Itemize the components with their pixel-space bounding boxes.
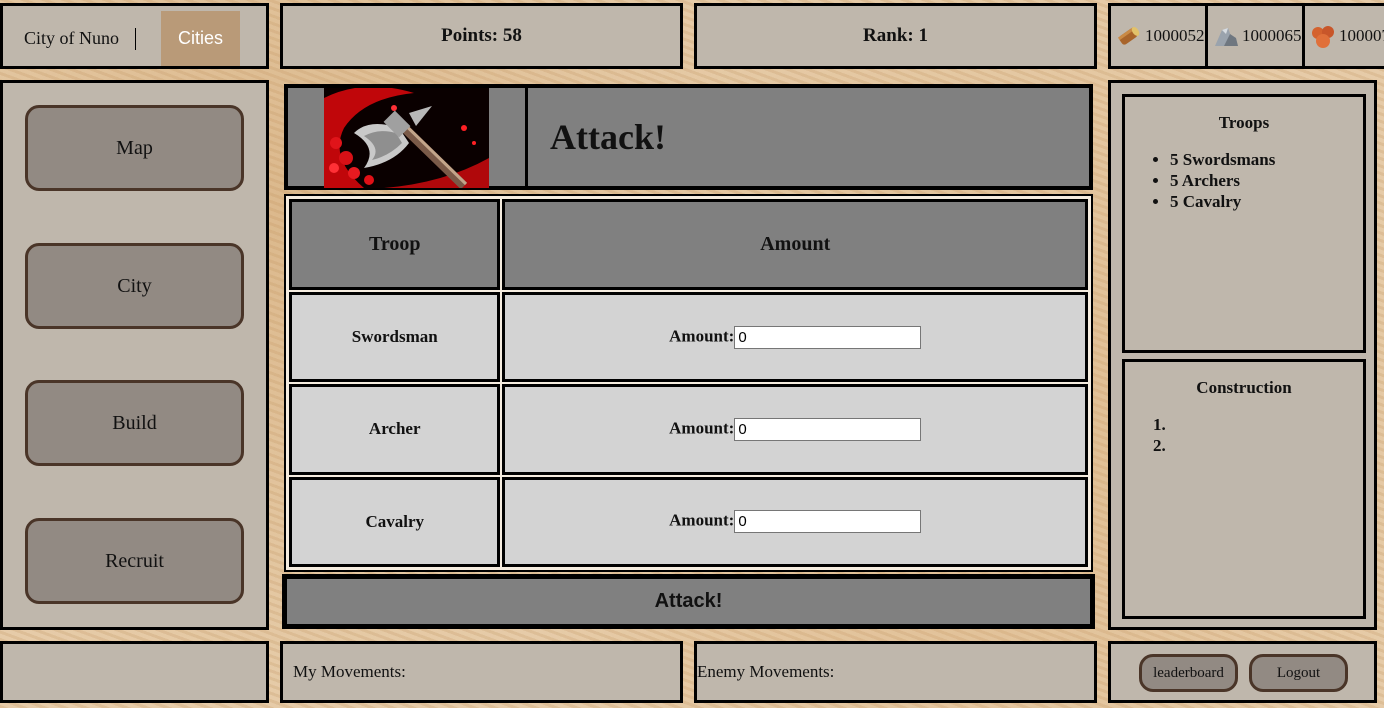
resources-bar: 1000052 1000065 1000070 [1108, 3, 1384, 69]
city-header: City of Nuno Cities [0, 3, 269, 69]
resource-value: 1000070 [1339, 26, 1384, 45]
footer-left [0, 641, 269, 703]
attack-image-cell [288, 88, 528, 188]
troop-name: Swordsman [289, 292, 501, 383]
table-row: Cavalry Amount: [289, 476, 1088, 567]
construction-box: Construction [1122, 359, 1366, 619]
resource-stone: 1000065 [1208, 6, 1305, 66]
page-title: Attack! [550, 117, 666, 157]
city-name: City of Nuno [24, 28, 120, 48]
amount-label: Amount: [669, 510, 735, 530]
resource-wood: 1000052 [1111, 6, 1208, 66]
troop-name: Archer [289, 384, 501, 475]
ore-icon [1312, 26, 1334, 48]
logout-button[interactable]: Logout [1249, 654, 1348, 692]
points-display: Points: 58 [280, 3, 683, 69]
construction-list [1125, 414, 1363, 456]
amount-cell: Amount: [502, 476, 1088, 567]
column-header-troop: Troop [289, 199, 501, 290]
list-item: 5 Swordsmans [1170, 149, 1363, 170]
amount-label: Amount: [669, 326, 735, 346]
attack-panel: Attack! Troop Amount Swordsman Amount: A… [280, 80, 1097, 630]
construction-title: Construction [1196, 378, 1292, 397]
battle-axe-icon [324, 88, 489, 188]
troop-name: Cavalry [289, 476, 501, 567]
troops-list: 5 Swordsmans 5 Archers 5 Cavalry [1125, 149, 1363, 212]
main-nav: Map City Build Recruit [0, 80, 269, 630]
troops-title: Troops [1218, 113, 1270, 132]
nav-map-button[interactable]: Map [25, 105, 244, 191]
amount-label: Amount: [669, 418, 735, 438]
attack-header: Attack! [284, 84, 1093, 190]
column-header-amount: Amount [502, 199, 1088, 290]
nav-recruit-button[interactable]: Recruit [25, 518, 244, 604]
list-item: 5 Cavalry [1170, 191, 1363, 212]
table-row: Archer Amount: [289, 384, 1088, 475]
nav-city-button[interactable]: City [25, 243, 244, 329]
attack-submit-button[interactable]: Attack! [282, 574, 1095, 629]
amount-cell: Amount: [502, 384, 1088, 475]
leaderboard-button[interactable]: leaderboard [1139, 654, 1238, 692]
resource-ore: 1000070 [1305, 6, 1384, 66]
list-item [1170, 435, 1363, 456]
divider [135, 28, 136, 50]
rank-display: Rank: 1 [694, 3, 1097, 69]
enemy-movements: Enemy Movements: [694, 641, 1097, 703]
nav-build-button[interactable]: Build [25, 380, 244, 466]
footer-actions: leaderboard Logout [1108, 641, 1377, 703]
troop-table: Troop Amount Swordsman Amount: Archer Am… [284, 194, 1093, 572]
cities-button[interactable]: Cities [161, 11, 240, 66]
swordsman-amount-input[interactable] [734, 325, 922, 349]
archer-amount-input[interactable] [734, 417, 922, 441]
cavalry-amount-input[interactable] [734, 510, 922, 534]
resource-value: 1000052 [1145, 26, 1205, 45]
resource-value: 1000065 [1242, 26, 1302, 45]
list-item [1170, 414, 1363, 435]
troops-box: Troops 5 Swordsmans 5 Archers 5 Cavalry [1122, 94, 1366, 353]
wood-icon [1117, 26, 1140, 45]
my-movements: My Movements: [280, 641, 683, 703]
list-item: 5 Archers [1170, 170, 1363, 191]
info-sidebar: Troops 5 Swordsmans 5 Archers 5 Cavalry … [1108, 80, 1377, 630]
amount-cell: Amount: [502, 292, 1088, 383]
stone-icon [1215, 28, 1238, 46]
table-row: Swordsman Amount: [289, 292, 1088, 383]
